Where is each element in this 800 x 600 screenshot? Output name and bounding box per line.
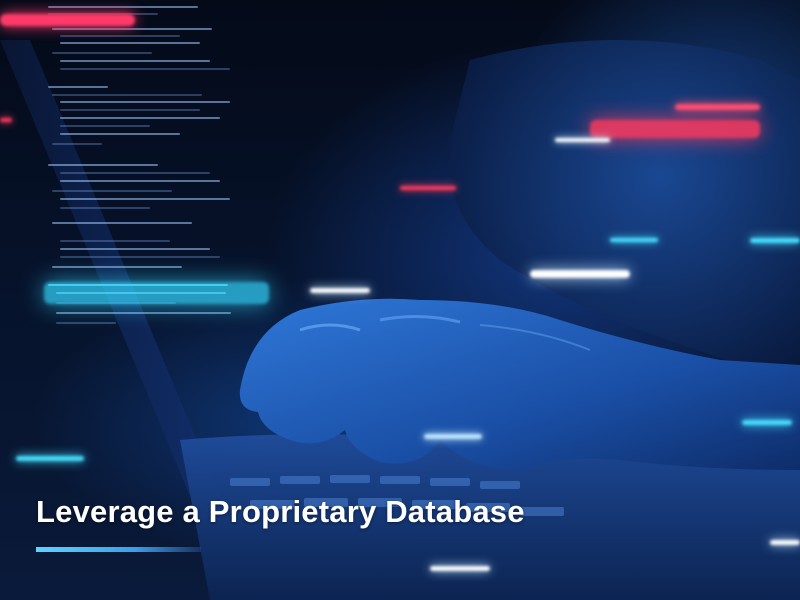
light-streak — [610, 238, 658, 242]
light-streak — [0, 118, 12, 122]
light-streak — [44, 282, 269, 304]
light-streak — [424, 434, 482, 439]
light-streak — [555, 138, 610, 142]
light-streak — [770, 540, 800, 545]
caption-underline — [36, 547, 201, 552]
hero-image: Leverage a Proprietary Database — [0, 0, 800, 600]
light-streak — [742, 420, 792, 425]
light-streak — [310, 288, 370, 293]
light-streak — [530, 270, 630, 278]
light-streak — [590, 120, 760, 138]
caption-title: Leverage a Proprietary Database — [36, 494, 525, 529]
light-streak — [16, 456, 84, 461]
light-streak — [430, 566, 490, 571]
light-streak — [675, 104, 760, 110]
light-streak — [750, 238, 800, 243]
light-streak — [0, 14, 135, 26]
light-streak — [400, 186, 456, 190]
